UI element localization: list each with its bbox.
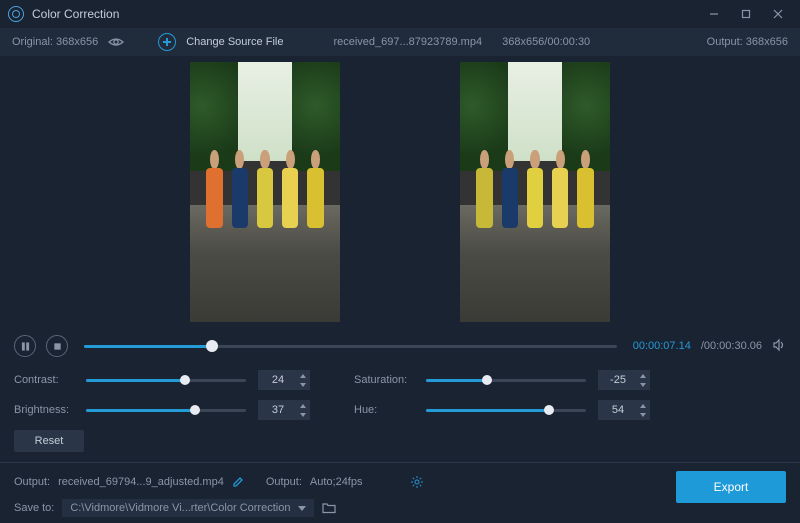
save-to-label: Save to: — [14, 502, 54, 514]
open-folder-icon[interactable] — [322, 502, 336, 514]
timeline-thumb[interactable] — [206, 340, 218, 352]
reset-button[interactable]: Reset — [14, 430, 84, 452]
saturation-label: Saturation: — [354, 374, 414, 386]
spin-down-icon[interactable] — [637, 380, 649, 389]
spin-down-icon[interactable] — [637, 410, 649, 419]
output-size-label: Output: 368x656 — [707, 36, 788, 48]
settings-icon[interactable] — [410, 475, 424, 489]
contrast-label: Contrast: — [14, 374, 74, 386]
export-button[interactable]: Export — [676, 471, 786, 503]
close-button[interactable] — [764, 4, 792, 24]
saturation-input[interactable]: -25 — [598, 370, 650, 390]
source-file-name: received_697...87923789.mp4 — [333, 36, 482, 48]
pause-button[interactable] — [14, 335, 36, 357]
brightness-slider[interactable] — [86, 409, 246, 412]
hue-input[interactable]: 54 — [598, 400, 650, 420]
output-file-value: received_69794...9_adjusted.mp4 — [58, 476, 224, 488]
preview-output — [460, 62, 610, 322]
save-path-box[interactable]: C:\Vidmore\Vidmore Vi...rter\Color Corre… — [62, 499, 314, 517]
chevron-down-icon[interactable] — [298, 506, 306, 511]
output-file-label: Output: — [14, 476, 50, 488]
output-format-label: Output: — [266, 476, 302, 488]
volume-icon[interactable] — [772, 338, 786, 355]
edit-output-icon[interactable] — [232, 476, 244, 488]
output-format-value: Auto;24fps — [310, 476, 363, 488]
save-path-value: C:\Vidmore\Vidmore Vi...rter\Color Corre… — [70, 502, 290, 514]
brightness-input[interactable]: 37 — [258, 400, 310, 420]
source-file-meta: 368x656/00:00:30 — [502, 36, 590, 48]
preview-toggle-icon[interactable] — [108, 36, 124, 48]
contrast-input[interactable]: 24 — [258, 370, 310, 390]
stop-button[interactable] — [46, 335, 68, 357]
brightness-label: Brightness: — [14, 404, 74, 416]
change-source-label[interactable]: Change Source File — [186, 36, 283, 48]
hue-slider[interactable] — [426, 409, 586, 412]
spin-up-icon[interactable] — [637, 401, 649, 410]
spin-down-icon[interactable] — [297, 380, 309, 389]
spin-up-icon[interactable] — [637, 371, 649, 380]
preview-original — [190, 62, 340, 322]
app-logo-icon — [8, 6, 24, 22]
maximize-button[interactable] — [732, 4, 760, 24]
timeline-fill — [84, 345, 212, 348]
spin-up-icon[interactable] — [297, 401, 309, 410]
minimize-button[interactable] — [700, 4, 728, 24]
hue-label: Hue: — [354, 404, 414, 416]
timeline-slider[interactable] — [84, 345, 617, 348]
spin-down-icon[interactable] — [297, 410, 309, 419]
time-current: 00:00:07.14 — [633, 340, 691, 352]
spin-up-icon[interactable] — [297, 371, 309, 380]
window-title: Color Correction — [32, 7, 700, 21]
add-file-button[interactable] — [158, 33, 176, 51]
preview-area — [0, 56, 800, 328]
saturation-slider[interactable] — [426, 379, 586, 382]
contrast-slider[interactable] — [86, 379, 246, 382]
original-size-label: Original: 368x656 — [12, 36, 98, 48]
time-total: /00:00:30.06 — [701, 340, 762, 352]
